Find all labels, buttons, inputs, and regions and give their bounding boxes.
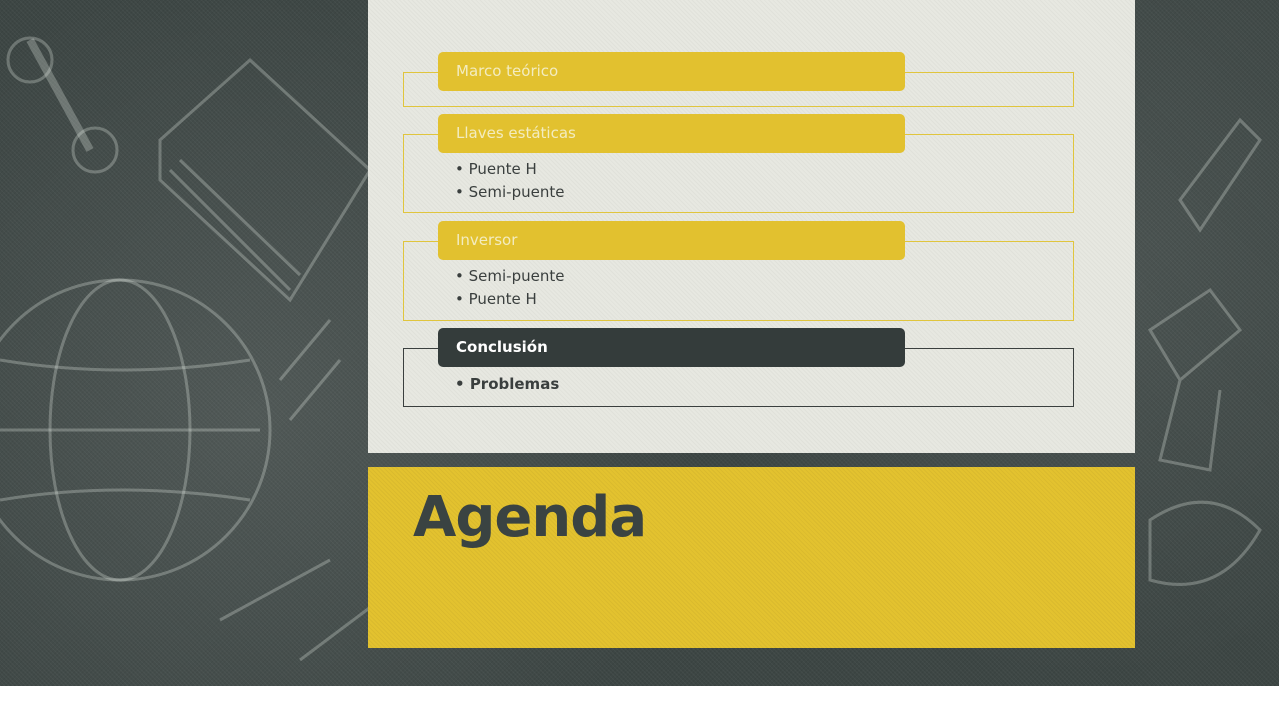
- section-heading: Conclusión: [438, 328, 905, 367]
- slide-title: Agenda: [413, 485, 647, 550]
- bullet-item: Semi-puente: [455, 265, 565, 288]
- bullet-item: Puente H: [455, 288, 564, 311]
- slide-background: Marco teórico Llaves estáticas Puente H …: [0, 0, 1279, 686]
- agenda-section-llaves-estaticas: Llaves estáticas Puente H Semi-puente: [403, 114, 1074, 213]
- bullet-item: Problemas: [455, 373, 559, 396]
- section-bullets: Semi-puente Puente H: [455, 265, 565, 311]
- agenda-section-marco-teorico: Marco teórico: [403, 52, 1074, 107]
- section-heading: Inversor: [438, 221, 905, 260]
- agenda-section-conclusion: Conclusión Problemas: [403, 328, 1074, 407]
- section-heading: Llaves estáticas: [438, 114, 905, 153]
- bullet-item: Semi-puente: [455, 181, 565, 204]
- title-band: Agenda: [368, 467, 1135, 648]
- section-heading: Marco teórico: [438, 52, 905, 91]
- syringe-doodle: [1178, 117, 1262, 233]
- bullet-item: Puente H: [455, 158, 564, 181]
- section-bullets: Problemas: [455, 373, 559, 396]
- section-bullets: Puente H Semi-puente: [455, 158, 565, 204]
- agenda-section-inversor: Inversor Semi-puente Puente H: [403, 221, 1074, 321]
